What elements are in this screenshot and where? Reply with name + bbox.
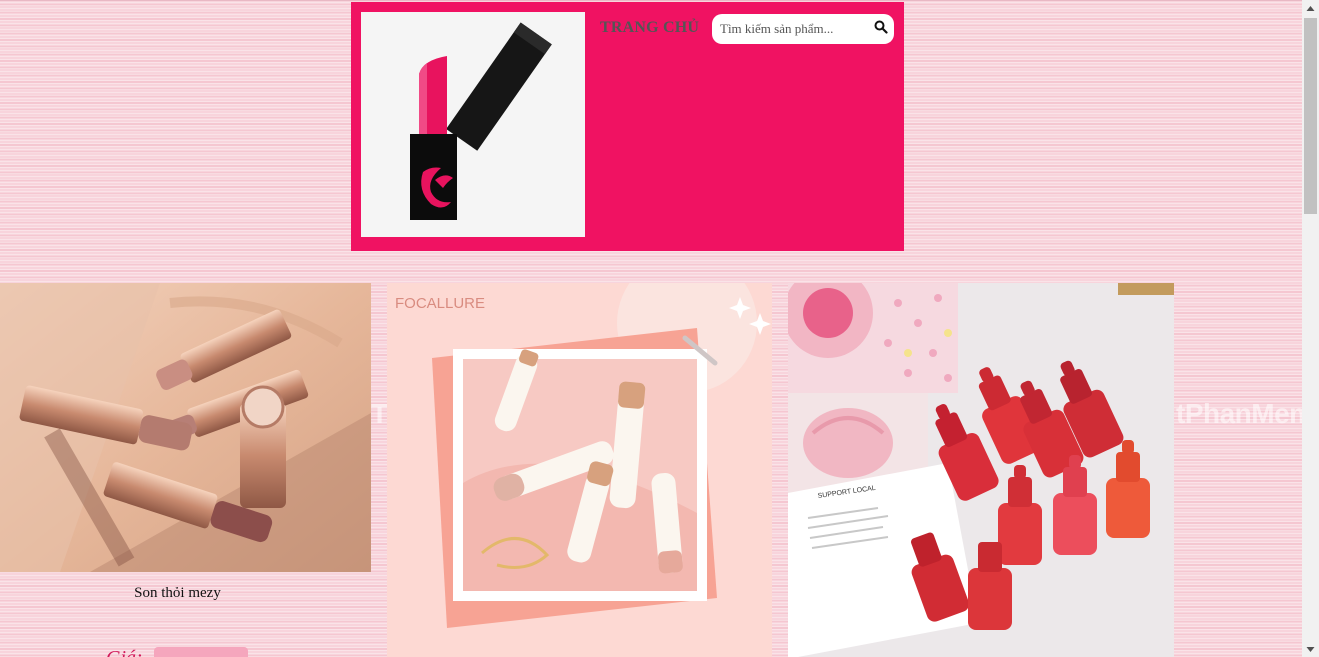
ink-velvet-tint-bottles-photo: SUPPORT LOCAL: [788, 283, 1174, 657]
search-input[interactable]: [720, 20, 870, 38]
watermark-right: tPhanMem: [1176, 398, 1314, 429]
nav-home-link[interactable]: TRANG CHỦ: [600, 19, 699, 37]
search-icon[interactable]: [874, 20, 888, 34]
scroll-up-arrow-icon[interactable]: [1302, 3, 1319, 15]
page-top-border: [0, 0, 1302, 1]
scrollbar-thumb[interactable]: [1304, 18, 1317, 214]
product-image-3[interactable]: SUPPORT LOCAL: [788, 283, 1174, 657]
focallure-brand-text: FOCALLURE: [395, 295, 485, 312]
product-action-button-1[interactable]: [154, 647, 248, 657]
lipstick-logo-icon: [410, 22, 552, 220]
watermark-left: T: [371, 398, 387, 429]
rose-gold-lipsticks-photo: [0, 283, 371, 572]
page-scrollbar[interactable]: [1302, 0, 1319, 657]
product-image-2[interactable]: FOCALLURE: [387, 283, 772, 657]
focallure-lip-tint-photo: FOCALLURE: [387, 283, 772, 657]
product-price-label-1: Giá:: [106, 647, 143, 657]
product-image-1[interactable]: [0, 283, 371, 572]
scroll-down-arrow-icon[interactable]: [1302, 643, 1319, 655]
logo[interactable]: [361, 12, 585, 237]
site-header: TRANG CHỦ: [351, 2, 904, 251]
search-bar: [712, 14, 894, 44]
product-name-1: Son thỏi mezy: [134, 585, 221, 601]
